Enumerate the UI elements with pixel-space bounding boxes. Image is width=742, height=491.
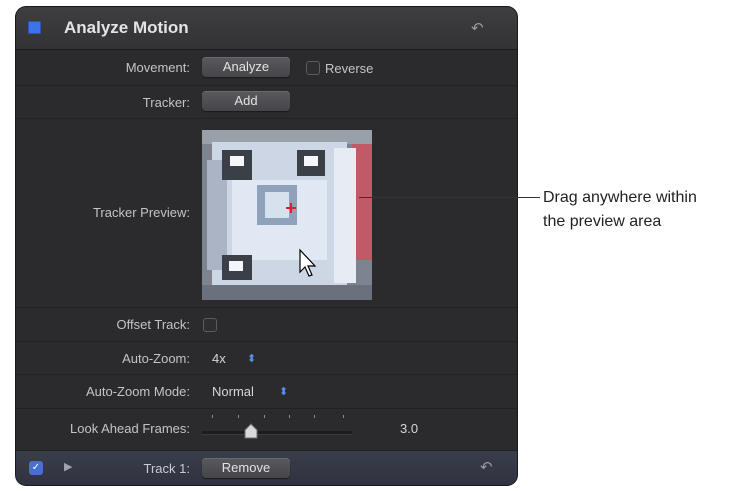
callout-text: Drag anywhere within the preview area — [543, 186, 697, 234]
slider-tick — [289, 415, 290, 418]
callout-line-2: the preview area — [543, 213, 662, 230]
auto-zoom-mode-stepper-icon[interactable]: ⬍ — [279, 385, 288, 398]
auto-zoom-row: Auto-Zoom: 4x ⬍ — [16, 342, 517, 375]
tracker-label: Tracker: — [142, 95, 190, 110]
auto-zoom-mode-row: Auto-Zoom Mode: Normal ⬍ — [16, 375, 517, 409]
tracker-preview-image — [202, 130, 372, 300]
slider-tick — [264, 415, 265, 418]
panel-header: Analyze Motion ↶ — [16, 7, 517, 50]
reverse-label: Reverse — [325, 61, 374, 76]
look-ahead-row: Look Ahead Frames: 3.0 — [16, 409, 517, 451]
auto-zoom-stepper-icon[interactable]: ⬍ — [247, 352, 256, 365]
slider-tick — [238, 415, 239, 418]
analyze-button[interactable]: Analyze — [202, 57, 290, 77]
add-tracker-button[interactable]: Add — [202, 91, 290, 111]
slider-tick — [314, 415, 315, 418]
slider-tick — [343, 415, 344, 418]
analyze-motion-panel: Analyze Motion ↶ Movement: Analyze Rever… — [16, 7, 517, 485]
look-ahead-value[interactable]: 3.0 — [400, 421, 418, 436]
offset-track-row: Offset Track: — [16, 308, 517, 342]
auto-zoom-mode-value[interactable]: Normal — [212, 384, 254, 399]
track-row: ✓ ▶ Track 1: Remove ↶ — [16, 451, 517, 485]
auto-zoom-value[interactable]: 4x — [212, 351, 226, 366]
callout-line-1: Drag anywhere within — [543, 189, 697, 206]
disclosure-triangle-icon[interactable]: ▶ — [64, 460, 72, 473]
remove-track-button[interactable]: Remove — [202, 458, 290, 478]
offset-track-label: Offset Track: — [116, 317, 190, 332]
movement-row: Movement: Analyze Reverse — [16, 50, 517, 86]
offset-track-checkbox[interactable] — [203, 318, 217, 332]
tracker-preview-area[interactable] — [202, 130, 372, 300]
reset-arrow-icon[interactable]: ↶ — [471, 19, 484, 37]
track-label: Track 1: — [143, 461, 190, 476]
tracker-preview-label: Tracker Preview: — [92, 205, 190, 220]
panel-title: Analyze Motion — [64, 18, 189, 37]
tracker-row: Tracker: Add — [16, 86, 517, 119]
track-enable-checkbox[interactable]: ✓ — [29, 461, 43, 475]
slider-tick — [212, 415, 213, 418]
auto-zoom-mode-label: Auto-Zoom Mode: — [85, 384, 190, 399]
auto-zoom-label: Auto-Zoom: — [122, 351, 190, 366]
movement-label: Movement: — [125, 60, 190, 75]
look-ahead-label: Look Ahead Frames: — [70, 421, 190, 436]
enable-checkbox[interactable] — [28, 21, 41, 34]
callout-leader-line — [359, 197, 540, 198]
slider-thumb[interactable] — [244, 423, 258, 439]
look-ahead-slider[interactable] — [202, 431, 352, 434]
reset-arrow-icon[interactable]: ↶ — [480, 458, 493, 476]
reverse-checkbox[interactable] — [306, 61, 320, 75]
